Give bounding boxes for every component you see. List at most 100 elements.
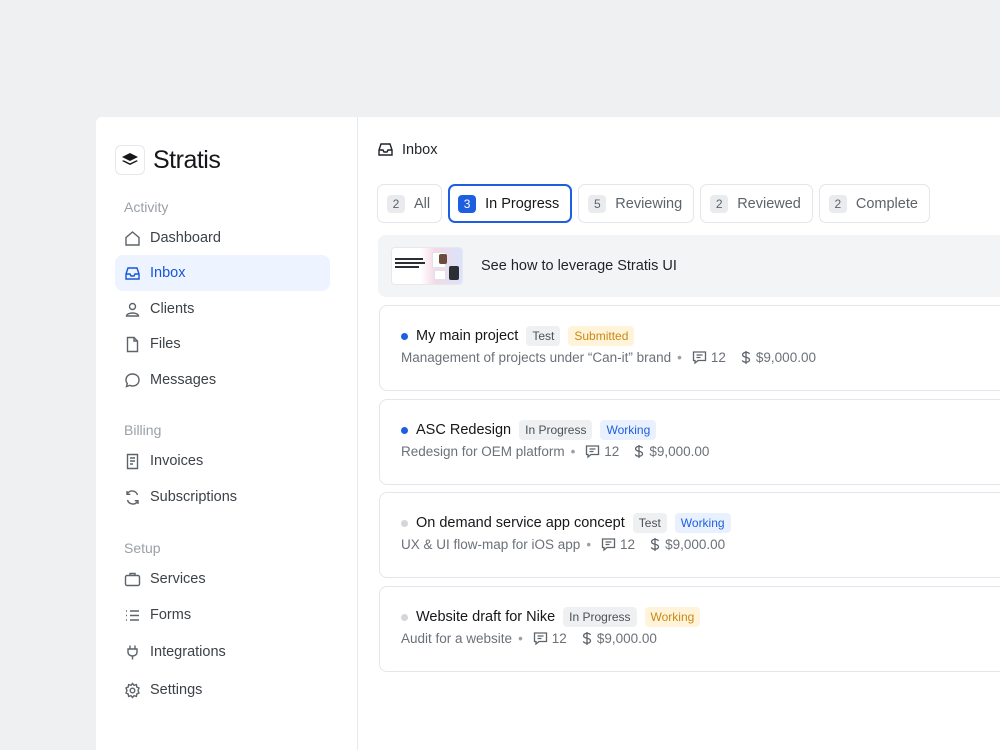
sidebar-item-label: Clients	[150, 301, 195, 317]
sidebar: Stratis Activity Dashboard Inbox Clients	[96, 117, 358, 750]
comment-count: 12	[604, 444, 620, 459]
brand[interactable]: Stratis	[115, 144, 221, 176]
project-tag: Test	[526, 326, 561, 346]
sidebar-item-messages[interactable]: Messages	[115, 362, 330, 398]
project-status-badge: Submitted	[568, 326, 635, 346]
project-card[interactable]: ASC Redesign In Progress Working Redesig…	[379, 399, 1000, 485]
status-dot	[401, 332, 408, 340]
promo-banner[interactable]: See how to leverage Stratis UI	[378, 235, 1000, 297]
tab-count: 2	[387, 194, 405, 213]
comment-icon	[533, 631, 548, 646]
project-description: UX & UI flow-map for iOS app	[401, 537, 581, 552]
project-title: ASC Redesign	[416, 422, 512, 438]
status-dot	[401, 519, 408, 527]
user-icon	[123, 300, 141, 318]
tab-reviewing[interactable]: 5 Reviewing	[578, 184, 695, 223]
app-window: Stratis Activity Dashboard Inbox Clients	[96, 117, 1000, 750]
project-card[interactable]: Website draft for Nike In Progress Worki…	[379, 586, 1000, 672]
project-status-badge: Working	[644, 607, 701, 627]
project-amount: $9,000.00	[755, 350, 816, 365]
separator-dot: •	[518, 631, 523, 646]
stratis-logo-icon	[115, 145, 145, 175]
project-amount: $9,000.00	[596, 631, 657, 646]
sidebar-item-settings[interactable]: Settings	[115, 672, 330, 708]
separator-dot: •	[677, 350, 682, 365]
sidebar-item-label: Messages	[150, 372, 217, 388]
home-icon	[123, 229, 141, 247]
tab-all[interactable]: 2 All	[377, 184, 443, 223]
sidebar-item-label: Invoices	[150, 453, 204, 469]
project-description: Management of projects under “Can-it” br…	[401, 350, 672, 365]
status-dot	[401, 613, 408, 621]
dollar-icon	[649, 537, 661, 552]
receipt-icon	[123, 452, 141, 470]
sidebar-item-files[interactable]: Files	[115, 326, 330, 362]
sidebar-item-forms[interactable]: Forms	[115, 597, 330, 633]
sidebar-item-subscriptions[interactable]: Subscriptions	[115, 479, 330, 515]
sidebar-item-label: Integrations	[150, 644, 226, 660]
comment-icon	[585, 444, 600, 459]
briefcase-icon	[123, 570, 141, 588]
tab-label: In Progress	[485, 195, 560, 212]
inbox-icon	[377, 141, 394, 158]
sidebar-item-inbox[interactable]: Inbox	[115, 255, 330, 291]
tab-label: Reviewed	[737, 195, 801, 212]
sidebar-item-label: Forms	[150, 607, 192, 623]
sidebar-item-label: Services	[150, 571, 206, 587]
sidebar-item-label: Subscriptions	[150, 489, 238, 505]
comment-count: 12	[710, 350, 726, 365]
tab-count: 5	[588, 194, 607, 213]
project-description: Audit for a website	[401, 631, 513, 646]
tab-label: Reviewing	[615, 195, 683, 212]
section-label-billing: Billing	[124, 422, 162, 438]
project-amount: $9,000.00	[649, 444, 710, 459]
page-title: Inbox	[377, 141, 437, 158]
comment-count: 12	[551, 631, 567, 646]
project-title: My main project	[416, 328, 519, 344]
section-label-setup: Setup	[124, 540, 161, 556]
promo-text: See how to leverage Stratis UI	[481, 258, 677, 274]
sidebar-item-label: Files	[150, 336, 181, 352]
project-tag: In Progress	[563, 607, 637, 627]
sidebar-item-invoices[interactable]: Invoices	[115, 443, 330, 479]
separator-dot: •	[586, 537, 592, 552]
project-card[interactable]: My main project Test Submitted Managemen…	[379, 305, 1000, 391]
main-content: Inbox 2 All 3 In Progress 5 Reviewing 2 …	[358, 117, 1000, 750]
status-dot	[401, 426, 408, 434]
project-amount: $9,000.00	[665, 537, 726, 552]
tab-in-progress[interactable]: 3 In Progress	[448, 184, 573, 223]
project-title: Website draft for Nike	[416, 609, 556, 625]
comment-icon	[601, 537, 616, 552]
project-status-badge: Working	[674, 513, 731, 533]
list-icon	[123, 606, 141, 624]
dollar-icon	[740, 350, 752, 365]
tab-complete[interactable]: 2 Complete	[818, 184, 930, 223]
promo-thumbnail	[391, 247, 463, 285]
gear-icon	[123, 681, 141, 699]
tab-reviewed[interactable]: 2 Reviewed	[700, 184, 813, 223]
plug-icon	[123, 643, 141, 661]
sidebar-item-services[interactable]: Services	[115, 561, 330, 597]
tab-count: 3	[458, 194, 477, 213]
tab-label: All	[414, 195, 431, 212]
sidebar-item-label: Settings	[150, 682, 203, 698]
section-label-activity: Activity	[124, 199, 169, 215]
project-status-badge: Working	[600, 420, 657, 440]
message-icon	[123, 371, 141, 389]
page-title-label: Inbox	[402, 141, 438, 158]
project-tag: Test	[632, 513, 667, 533]
comment-icon	[692, 350, 707, 365]
tab-count: 2	[828, 194, 847, 213]
separator-dot: •	[570, 444, 576, 459]
project-description: Redesign for OEM platform	[401, 444, 565, 459]
sidebar-item-clients[interactable]: Clients	[115, 291, 330, 327]
dollar-icon	[581, 631, 593, 646]
inbox-icon	[123, 264, 141, 282]
sidebar-item-label: Inbox	[150, 265, 186, 281]
refresh-icon	[123, 488, 141, 506]
sidebar-item-integrations[interactable]: Integrations	[115, 634, 330, 670]
project-card[interactable]: On demand service app concept Test Worki…	[379, 492, 1000, 578]
sidebar-item-dashboard[interactable]: Dashboard	[115, 220, 330, 256]
project-tag: In Progress	[519, 420, 593, 440]
file-icon	[123, 335, 141, 353]
